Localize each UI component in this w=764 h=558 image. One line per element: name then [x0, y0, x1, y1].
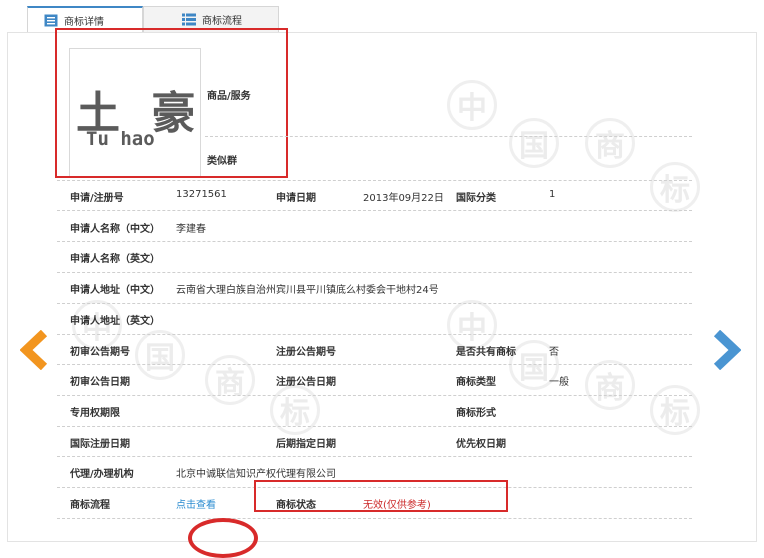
tm-form-label: 商标形式: [456, 408, 496, 419]
watermark-char: 标: [650, 162, 700, 212]
reg-pub-date-label: 注册公告日期: [276, 377, 336, 388]
highlight-box-status: [254, 480, 508, 512]
agent-label: 代理/办理机构: [70, 469, 134, 480]
reg-pub-no-label: 注册公告期号: [276, 347, 336, 358]
list-icon: [182, 13, 196, 26]
goods-services-label: 商品/服务: [207, 91, 251, 102]
apply-date-value: 2013年09月22日: [363, 193, 444, 204]
applicant-en-label: 申请人名称（英文）: [70, 254, 160, 265]
prelim-date-label: 初审公告日期: [70, 377, 130, 388]
highlight-box-image: [55, 28, 288, 178]
tm-type-label: 商标类型: [456, 377, 496, 388]
divider: [57, 364, 692, 365]
tm-type-value: 一般: [549, 377, 569, 388]
later-date-label: 后期指定日期: [276, 439, 336, 450]
watermark-char: 标: [270, 385, 320, 435]
tab-label: 商标流程: [202, 16, 242, 27]
divider: [57, 180, 692, 181]
stamp-fragment: [188, 518, 258, 558]
watermark-char: 商: [585, 360, 635, 410]
addr-cn-value: 云南省大理白族自治州宾川县平川镇底么村委会干地村24号: [176, 285, 439, 296]
prelim-no-label: 初审公告期号: [70, 347, 130, 358]
document-icon: [44, 14, 58, 27]
divider: [57, 303, 692, 304]
shared-value: 否: [549, 347, 559, 358]
intl-reg-date-label: 国际注册日期: [70, 439, 130, 450]
watermark-char: 商: [585, 118, 635, 168]
process-label: 商标流程: [70, 500, 110, 511]
reg-no-value: 13271561: [176, 189, 227, 200]
watermark-char: 国: [509, 118, 559, 168]
intl-class-label: 国际分类: [456, 193, 496, 204]
view-process-link[interactable]: 点击查看: [176, 496, 216, 511]
reg-no-label: 申请/注册号: [70, 193, 124, 204]
divider: [57, 272, 692, 273]
addr-cn-label: 申请人地址（中文）: [70, 285, 160, 296]
apply-date-label: 申请日期: [276, 193, 316, 204]
divider: [57, 426, 692, 427]
next-arrow-icon[interactable]: [713, 329, 742, 371]
addr-en-label: 申请人地址（英文）: [70, 316, 160, 327]
intl-class-value: 1: [549, 189, 556, 200]
agent-value: 北京中诚联信知识产权代理有限公司: [176, 469, 336, 480]
watermark-char: 商: [205, 355, 255, 405]
prev-arrow-icon[interactable]: [19, 329, 48, 371]
divider: [57, 456, 692, 457]
applicant-cn-value: 李建春: [176, 224, 206, 235]
divider: [57, 210, 692, 211]
watermark-char: 中: [447, 80, 497, 130]
similar-group-label: 类似群: [207, 156, 237, 167]
applicant-cn-label: 申请人名称（中文）: [70, 224, 160, 235]
watermark-char: 国: [135, 330, 185, 380]
divider: [57, 334, 692, 335]
divider: [57, 241, 692, 242]
watermark-char: 标: [650, 385, 700, 435]
priority-date-label: 优先权日期: [456, 439, 506, 450]
tab-label: 商标详情: [64, 17, 104, 28]
divider: [205, 136, 692, 137]
exclusive-period-label: 专用权期限: [70, 408, 120, 419]
divider: [57, 518, 692, 519]
shared-label: 是否共有商标: [456, 347, 516, 358]
divider: [57, 395, 692, 396]
